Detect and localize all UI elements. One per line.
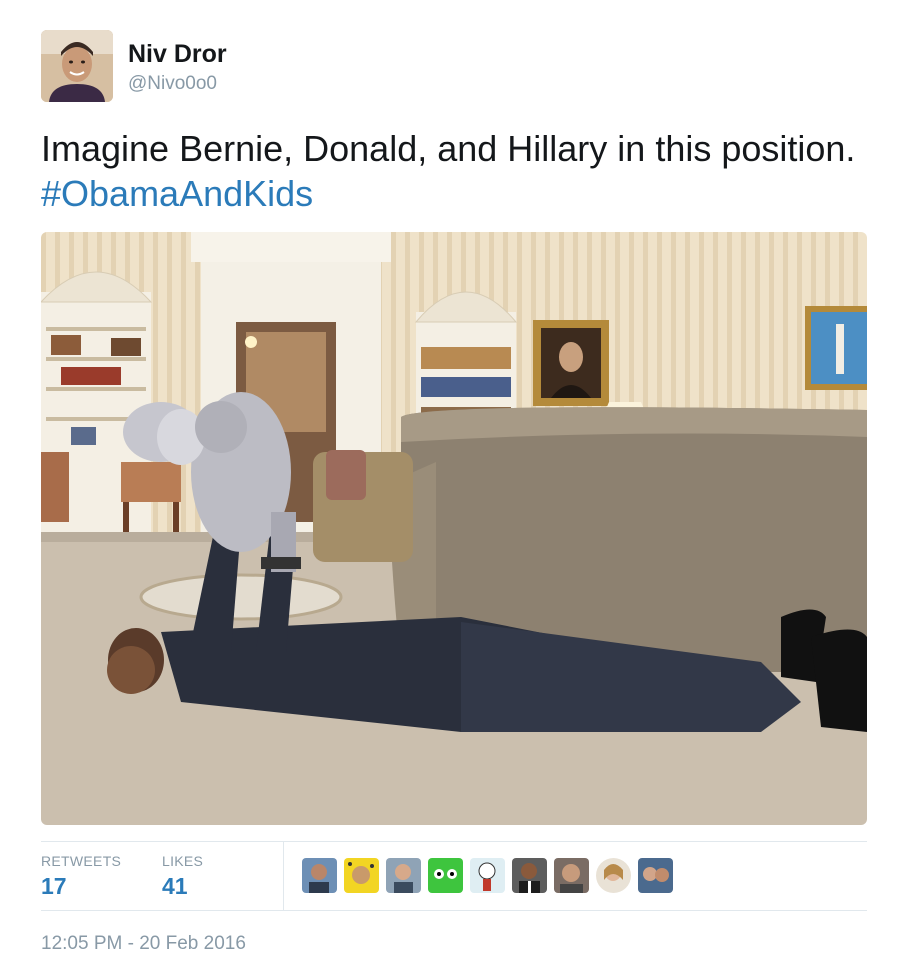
hashtag-link[interactable]: #ObamaAndKids: [41, 173, 313, 214]
author-name[interactable]: Niv Dror: [128, 40, 227, 69]
liker-avatar[interactable]: [554, 858, 589, 893]
liker-avatar[interactable]: [302, 858, 337, 893]
likes-label: LIKES: [162, 853, 204, 869]
avatar-image: [470, 858, 505, 893]
avatar-image: [302, 858, 337, 893]
avatar-image: [554, 858, 589, 893]
avatar-portrait: [41, 30, 113, 102]
liker-avatar[interactable]: [512, 858, 547, 893]
author-handle[interactable]: @Nivo0o0: [128, 73, 217, 95]
avatar-image: [638, 858, 673, 893]
liker-avatars: [302, 858, 673, 893]
liker-avatar[interactable]: [638, 858, 673, 893]
stats-top-divider: [41, 841, 867, 842]
tweet-body: Imagine Bernie, Donald, and Hillary in t…: [41, 128, 856, 169]
avatar-image: [344, 858, 379, 893]
photo-scene: [41, 232, 867, 825]
liker-avatar[interactable]: [344, 858, 379, 893]
avatar-image: [386, 858, 421, 893]
retweets-label: RETWEETS: [41, 853, 122, 869]
liker-avatar[interactable]: [386, 858, 421, 893]
likes-count[interactable]: 41: [162, 873, 188, 900]
tweet-timestamp[interactable]: 12:05 PM - 20 Feb 2016: [41, 933, 246, 955]
liker-avatar[interactable]: [470, 858, 505, 893]
tweet-text: Imagine Bernie, Donald, and Hillary in t…: [41, 126, 861, 216]
tweet-photo[interactable]: [41, 232, 867, 825]
avatar-image: [512, 858, 547, 893]
author-avatar[interactable]: [41, 30, 113, 102]
stats-vertical-divider: [283, 842, 284, 910]
stats-bottom-divider: [41, 910, 867, 911]
liker-avatar[interactable]: [428, 858, 463, 893]
avatar-image: [596, 858, 631, 893]
liker-avatar[interactable]: [596, 858, 631, 893]
retweets-count[interactable]: 17: [41, 873, 67, 900]
avatar-image: [428, 858, 463, 893]
